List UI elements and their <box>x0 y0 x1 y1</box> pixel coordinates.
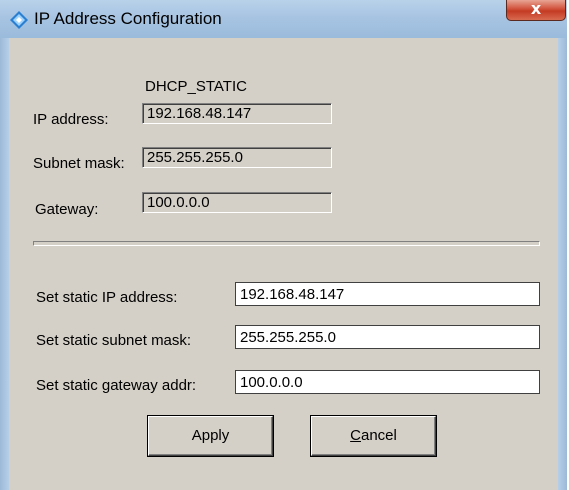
gateway-display: 100.0.0.0 <box>142 192 332 213</box>
ip-config-dialog: IP Address Configuration x DHCP_STATIC I… <box>0 0 567 490</box>
gateway-label: Gateway: <box>35 201 99 218</box>
static-subnet-label: Set static subnet mask: <box>36 332 192 349</box>
window-frame-right <box>558 38 567 490</box>
close-icon: x <box>530 0 542 18</box>
cancel-button-label: ancel <box>360 427 397 444</box>
close-button[interactable]: x <box>506 0 566 21</box>
cancel-button[interactable]: Cancel <box>311 416 436 456</box>
subnet-mask-display: 255.255.255.0 <box>142 147 332 168</box>
dialog-client-area: DHCP_STATIC IP address: 192.168.48.147 S… <box>9 38 558 490</box>
static-ip-input[interactable] <box>235 282 540 306</box>
static-ip-label: Set static IP address: <box>36 289 178 306</box>
static-gateway-label: Set static gateway addr: <box>36 377 197 394</box>
section-separator <box>33 241 540 246</box>
cancel-accelerator: C <box>350 427 361 444</box>
title-bar[interactable]: IP Address Configuration x <box>0 0 567 39</box>
apply-button-label: Apply <box>191 427 230 444</box>
connection-mode-label: DHCP_STATIC <box>145 78 247 95</box>
ip-address-display: 192.168.48.147 <box>142 103 332 124</box>
window-title: IP Address Configuration <box>34 9 222 28</box>
ip-address-label: IP address: <box>33 111 109 128</box>
apply-button[interactable]: Apply <box>148 416 273 456</box>
static-gateway-input[interactable] <box>235 370 540 394</box>
window-frame-left <box>0 38 9 490</box>
static-subnet-input[interactable] <box>235 325 540 349</box>
subnet-mask-label: Subnet mask: <box>33 155 125 172</box>
app-diamond-icon <box>10 11 28 29</box>
